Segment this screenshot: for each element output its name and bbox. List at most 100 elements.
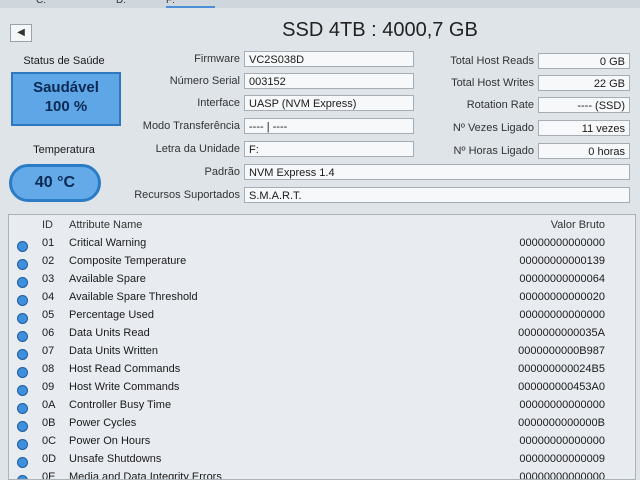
table-row[interactable]: 02 Composite Temperature 00000000000139 <box>9 255 635 273</box>
attribute-raw-value: 000000000024B5 <box>518 363 605 375</box>
attribute-id: 0D <box>42 453 57 465</box>
power-count-value: 11 vezes <box>538 120 630 136</box>
host-reads-label: Total Host Reads <box>450 55 534 67</box>
attribute-name: Controller Busy Time <box>69 399 172 411</box>
attribute-id: 07 <box>42 345 55 357</box>
status-dot-icon <box>17 241 28 252</box>
host-reads-value: 0 GB <box>538 53 630 69</box>
power-count-label: Nº Vezes Ligado <box>452 122 534 134</box>
transfer-mode-value: ---- | ---- <box>244 118 414 134</box>
attribute-id: 04 <box>42 291 55 303</box>
drive-tabs: C: D: F: <box>0 0 640 8</box>
status-dot-icon <box>17 259 28 270</box>
status-dot-icon <box>17 313 28 324</box>
smart-attributes-table[interactable]: ID Attribute Name Valor Bruto 01 Critical… <box>8 214 636 480</box>
table-header: ID Attribute Name Valor Bruto <box>9 219 635 237</box>
column-header-raw-value[interactable]: Valor Bruto <box>551 219 605 231</box>
attribute-raw-value: 00000000000064 <box>519 273 605 285</box>
drive-letter-label: Letra da Unidade <box>155 143 240 155</box>
attribute-name: Critical Warning <box>69 237 147 249</box>
status-dot-icon <box>17 439 28 450</box>
standard-value: NVM Express 1.4 <box>244 164 630 180</box>
column-header-id[interactable]: ID <box>42 219 53 231</box>
attribute-name: Data Units Written <box>69 345 159 357</box>
attribute-raw-value: 00000000000000 <box>519 399 605 411</box>
table-row[interactable]: 08 Host Read Commands 000000000024B5 <box>9 363 635 381</box>
attribute-raw-value: 00000000000139 <box>519 255 605 267</box>
attribute-id: 03 <box>42 273 55 285</box>
temperature-label: Temperatura <box>33 144 95 156</box>
status-dot-icon <box>17 349 28 360</box>
health-status-label: Status de Saúde <box>23 55 105 67</box>
interface-label: Interface <box>197 97 240 109</box>
table-row[interactable]: 0B Power Cycles 0000000000000B <box>9 417 635 435</box>
host-writes-label: Total Host Writes <box>451 77 534 89</box>
rotation-rate-value: ---- (SSD) <box>538 97 630 113</box>
table-row[interactable]: 09 Host Write Commands 000000000453A0 <box>9 381 635 399</box>
attribute-name: Host Read Commands <box>69 363 181 375</box>
firmware-label: Firmware <box>194 53 240 65</box>
table-row[interactable]: 06 Data Units Read 0000000000035A <box>9 327 635 345</box>
attribute-raw-value: 00000000000009 <box>519 453 605 465</box>
tab-drive-c[interactable]: C: <box>36 0 46 6</box>
transfer-mode-label: Modo Transferência <box>142 120 240 132</box>
table-row[interactable]: 04 Available Spare Threshold 0000000000002… <box>9 291 635 309</box>
attribute-name: Percentage Used <box>69 309 154 321</box>
attribute-raw-value: 00000000000000 <box>519 471 605 480</box>
table-row[interactable]: 0D Unsafe Shutdowns 00000000000009 <box>9 453 635 471</box>
rotation-rate-label: Rotation Rate <box>466 99 534 111</box>
status-dot-icon <box>17 457 28 468</box>
serial-value: 003152 <box>244 73 414 89</box>
table-row[interactable]: 0A Controller Busy Time 00000000000000 <box>9 399 635 417</box>
column-header-attribute-name[interactable]: Attribute Name <box>69 219 142 231</box>
attribute-raw-value: 0000000000B987 <box>518 345 605 357</box>
previous-drive-button[interactable]: ◀ <box>10 24 32 42</box>
table-row[interactable]: 01 Critical Warning 00000000000000 <box>9 237 635 255</box>
attribute-id: 05 <box>42 309 55 321</box>
drive-letter-value: F: <box>244 141 414 157</box>
tab-drive-d[interactable]: D: <box>116 0 126 6</box>
health-status-text: Saudável <box>33 79 99 96</box>
drive-title: SSD 4TB : 4000,7 GB <box>282 19 478 41</box>
attribute-name: Available Spare Threshold <box>69 291 198 303</box>
power-hours-label: Nº Horas Ligado <box>453 145 534 157</box>
attribute-raw-value: 00000000000000 <box>519 309 605 321</box>
attribute-id: 0A <box>42 399 56 411</box>
features-label: Recursos Suportados <box>134 189 240 201</box>
status-dot-icon <box>17 475 28 479</box>
table-row[interactable]: 0C Power On Hours 00000000000000 <box>9 435 635 453</box>
health-status-badge[interactable]: Saudável 100 % <box>11 72 121 126</box>
status-dot-icon <box>17 367 28 378</box>
temperature-badge[interactable]: 40 °C <box>9 164 101 202</box>
attribute-id: 09 <box>42 381 55 393</box>
table-row[interactable]: 0E Media and Data Integrity Errors 0000000… <box>9 471 635 480</box>
tab-drive-f[interactable]: F: <box>166 0 215 8</box>
attribute-id: 0E <box>42 471 56 480</box>
attribute-raw-value: 00000000000000 <box>519 435 605 447</box>
attribute-id: 0B <box>42 417 56 429</box>
status-dot-icon <box>17 295 28 306</box>
standard-label: Padrão <box>204 166 240 178</box>
status-dot-icon <box>17 421 28 432</box>
attribute-id: 06 <box>42 327 55 339</box>
table-row[interactable]: 03 Available Spare 00000000000064 <box>9 273 635 291</box>
attribute-id: 02 <box>42 255 55 267</box>
attribute-name: Host Write Commands <box>69 381 180 393</box>
attribute-raw-value: 000000000453A0 <box>518 381 605 393</box>
attribute-name: Power On Hours <box>69 435 151 447</box>
attribute-raw-value: 0000000000035A <box>518 327 605 339</box>
attribute-id: 08 <box>42 363 55 375</box>
interface-value: UASP (NVM Express) <box>244 95 414 111</box>
status-dot-icon <box>17 277 28 288</box>
power-hours-value: 0 horas <box>538 143 630 159</box>
table-row[interactable]: 05 Percentage Used 00000000000000 <box>9 309 635 327</box>
attribute-name: Power Cycles <box>69 417 137 429</box>
attribute-name: Composite Temperature <box>69 255 187 267</box>
table-row[interactable]: 07 Data Units Written 0000000000B987 <box>9 345 635 363</box>
firmware-value: VC2S038D <box>244 51 414 67</box>
status-dot-icon <box>17 385 28 396</box>
attribute-name: Media and Data Integrity Errors <box>69 471 222 480</box>
serial-label: Número Serial <box>169 75 240 87</box>
attribute-raw-value: 0000000000000B <box>518 417 605 429</box>
status-dot-icon <box>17 331 28 342</box>
